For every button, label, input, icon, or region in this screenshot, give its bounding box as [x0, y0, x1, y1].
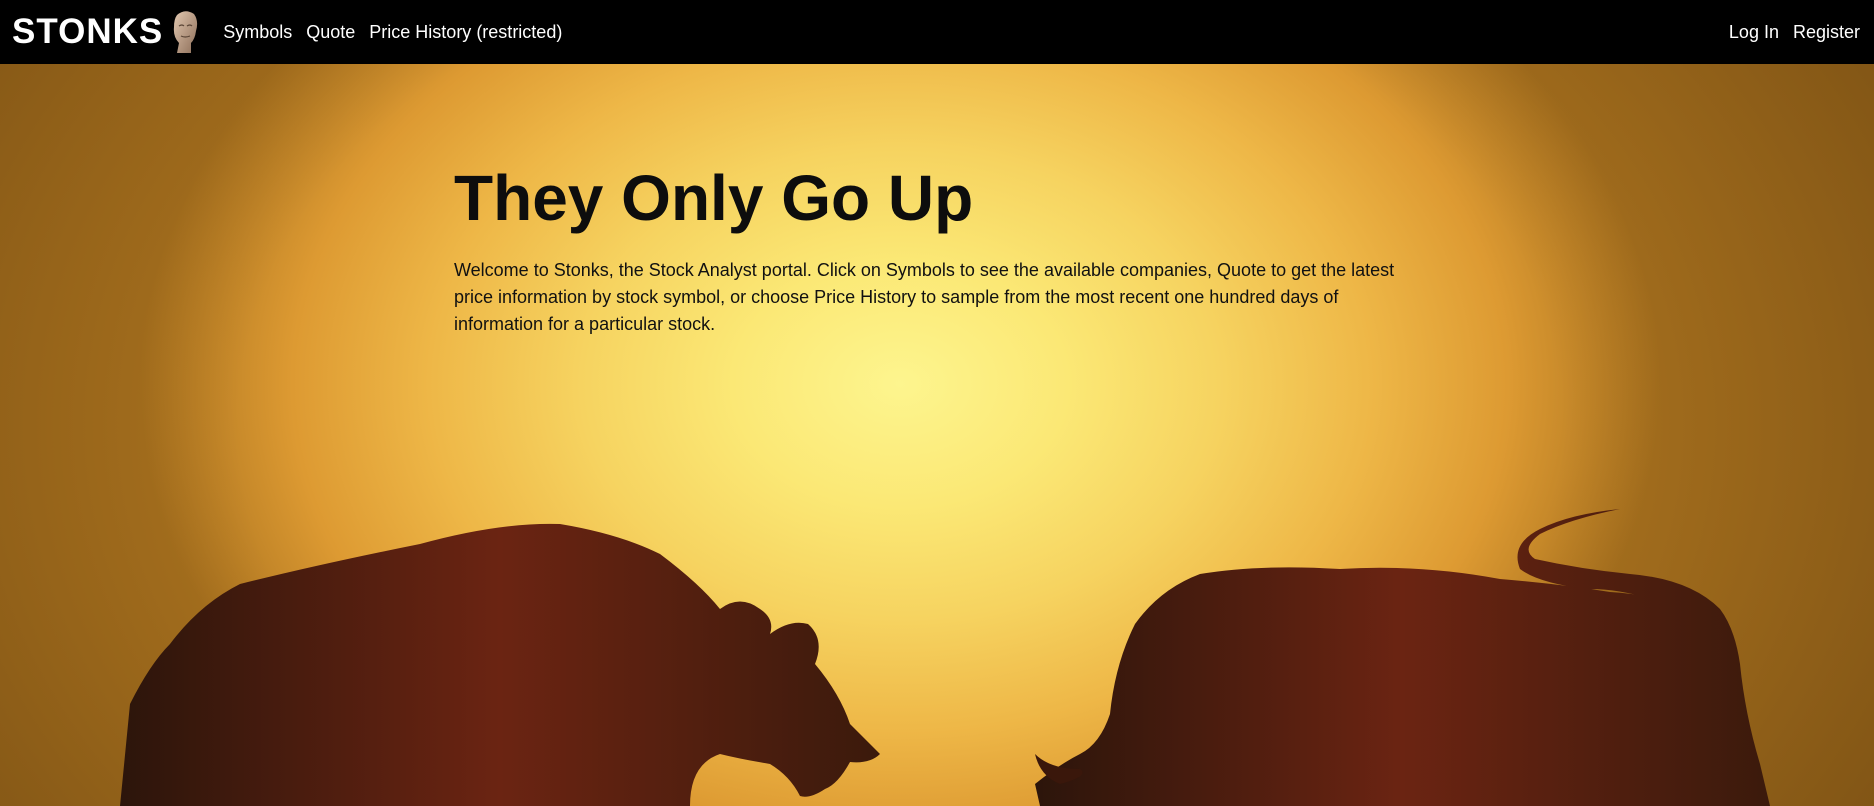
brand-name: STONKS [12, 12, 164, 51]
login-link[interactable]: Log In [1729, 22, 1779, 43]
register-link[interactable]: Register [1793, 22, 1860, 43]
page-title: They Only Go Up [454, 162, 974, 234]
nav-price-history-link[interactable]: Price History (restricted) [369, 22, 562, 43]
top-navbar: STONKS Symbols Quote Price History (rest… [0, 0, 1874, 64]
brand-link[interactable]: STONKS [12, 9, 201, 55]
meme-head-icon [174, 11, 198, 53]
intro-paragraph: Welcome to Stonks, the Stock Analyst por… [454, 259, 1395, 334]
bear-silhouette [120, 523, 880, 806]
hero-content: They Only Go Up Welcome to Stonks, the S… [454, 160, 1414, 338]
auth-nav: Log In Register [1715, 22, 1860, 43]
nav-quote-link[interactable]: Quote [306, 22, 355, 43]
main-nav: Symbols Quote Price History (restricted) [217, 22, 562, 43]
bull-silhouette [1035, 509, 1770, 806]
nav-symbols-link[interactable]: Symbols [223, 22, 292, 43]
hero-banner: They Only Go Up Welcome to Stonks, the S… [0, 64, 1874, 806]
